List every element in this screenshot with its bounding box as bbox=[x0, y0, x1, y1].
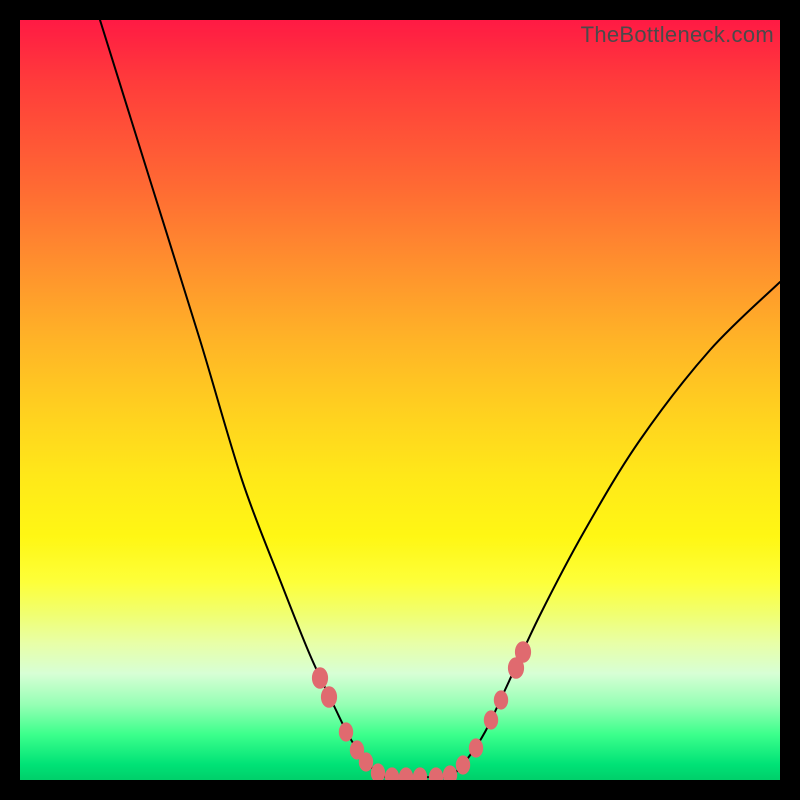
data-marker bbox=[339, 722, 353, 741]
data-marker bbox=[399, 767, 413, 780]
data-marker bbox=[359, 752, 373, 771]
data-marker bbox=[494, 690, 508, 709]
chart-frame: TheBottleneck.com bbox=[0, 0, 800, 800]
data-marker bbox=[371, 763, 385, 780]
bottleneck-chart-svg bbox=[20, 20, 780, 780]
data-marker bbox=[484, 710, 498, 729]
data-marker bbox=[312, 667, 328, 689]
data-marker bbox=[413, 767, 427, 780]
data-marker bbox=[515, 641, 531, 663]
data-marker bbox=[429, 767, 443, 780]
data-marker bbox=[385, 767, 399, 780]
data-marker bbox=[321, 686, 337, 708]
bottleneck-curve bbox=[100, 20, 780, 777]
plot-area: TheBottleneck.com bbox=[20, 20, 780, 780]
data-marker bbox=[456, 755, 470, 774]
data-marker bbox=[469, 738, 483, 757]
data-marker bbox=[443, 765, 457, 780]
